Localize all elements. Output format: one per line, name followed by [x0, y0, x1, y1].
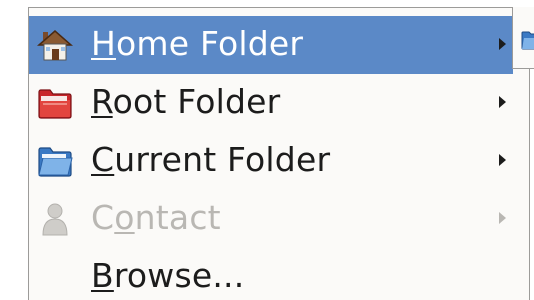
context-menu: Home Folder Root Folder Current Folder C… [28, 7, 530, 300]
current-folder-icon [37, 144, 73, 178]
submenu-arrow-icon [499, 154, 506, 166]
menu-item-contact[interactable]: Contact [29, 190, 513, 248]
menu-item-label: Home Folder [91, 24, 304, 63]
menu-item-root-folder[interactable]: Root Folder [29, 74, 513, 132]
menu-item-home-folder[interactable]: Home Folder [29, 16, 513, 74]
submenu [512, 7, 534, 69]
submenu-arrow-icon [499, 38, 506, 50]
menu-item-label: Browse... [91, 256, 245, 295]
contact-icon [37, 202, 73, 236]
menu-item-label: Contact [91, 198, 221, 237]
submenu-arrow-icon [499, 96, 506, 108]
menu-item-browse[interactable]: Browse... [29, 248, 513, 300]
menu-item-label: Current Folder [91, 140, 331, 179]
menu-item-current-folder[interactable]: Current Folder [29, 132, 513, 190]
submenu-arrow-icon [499, 212, 506, 224]
root-folder-icon [37, 86, 73, 120]
folder-icon [521, 29, 534, 51]
menu-item-label: Root Folder [91, 82, 281, 121]
home-folder-icon [37, 28, 73, 62]
